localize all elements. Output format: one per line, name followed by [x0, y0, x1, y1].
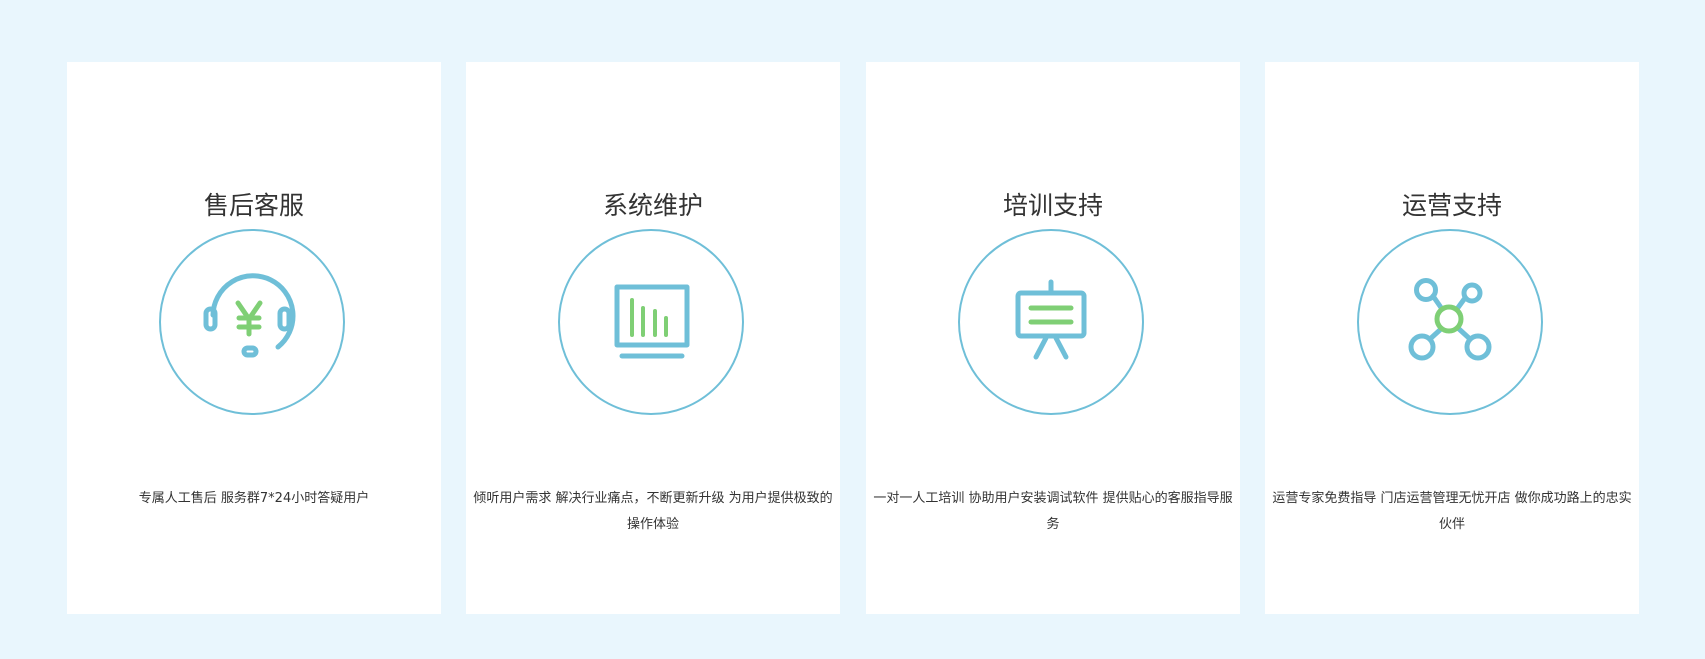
- icon-circle: [159, 229, 345, 415]
- card-title: 运营支持: [1401, 191, 1502, 220]
- icon-circle: [558, 229, 744, 415]
- card-system-maintenance: 系统维护 倾听用户需求 解决行业痛点，不断更新升级 为用户提供极致的操作体验: [466, 62, 840, 614]
- card-description: 专属人工售后 服务群7*24小时答疑用户: [138, 491, 370, 506]
- card-after-sales: 售后客服 专属人工售后 服务群7*24小时答疑用户: [67, 62, 441, 614]
- card-operations-support: 运营支持 运营专家免费指导 门店运营管理无忧开店 做你成功路上的忠实伙伴: [1265, 62, 1639, 614]
- headset-yen-icon: [203, 273, 296, 358]
- presentation-board-icon: [1015, 279, 1087, 360]
- network-nodes-icon: [1408, 278, 1492, 361]
- icon-circle: [1357, 229, 1543, 415]
- card-description: 运营专家免费指导 门店运营管理无忧开店 做你成功路上的忠实伙伴: [1272, 491, 1632, 532]
- card-training-support: 培训支持 一对一人工培训 协助用户安装调试软件 提供贴心的客服指导服务: [866, 62, 1240, 614]
- card-title: 系统维护: [602, 191, 703, 220]
- card-title: 培训支持: [1002, 191, 1103, 220]
- card-description: 倾听用户需求 解决行业痛点，不断更新升级 为用户提供极致的操作体验: [473, 491, 833, 532]
- card-title: 售后客服: [203, 191, 304, 220]
- service-cards: 售后客服 专属人工售后 服务群7*24小时答疑用户 系统维护 倾听用户需求 解决…: [0, 0, 1705, 659]
- card-description: 一对一人工培训 协助用户安装调试软件 提供贴心的客服指导服务: [873, 491, 1233, 532]
- monitor-chart-icon: [614, 284, 690, 359]
- icon-circle: [958, 229, 1144, 415]
